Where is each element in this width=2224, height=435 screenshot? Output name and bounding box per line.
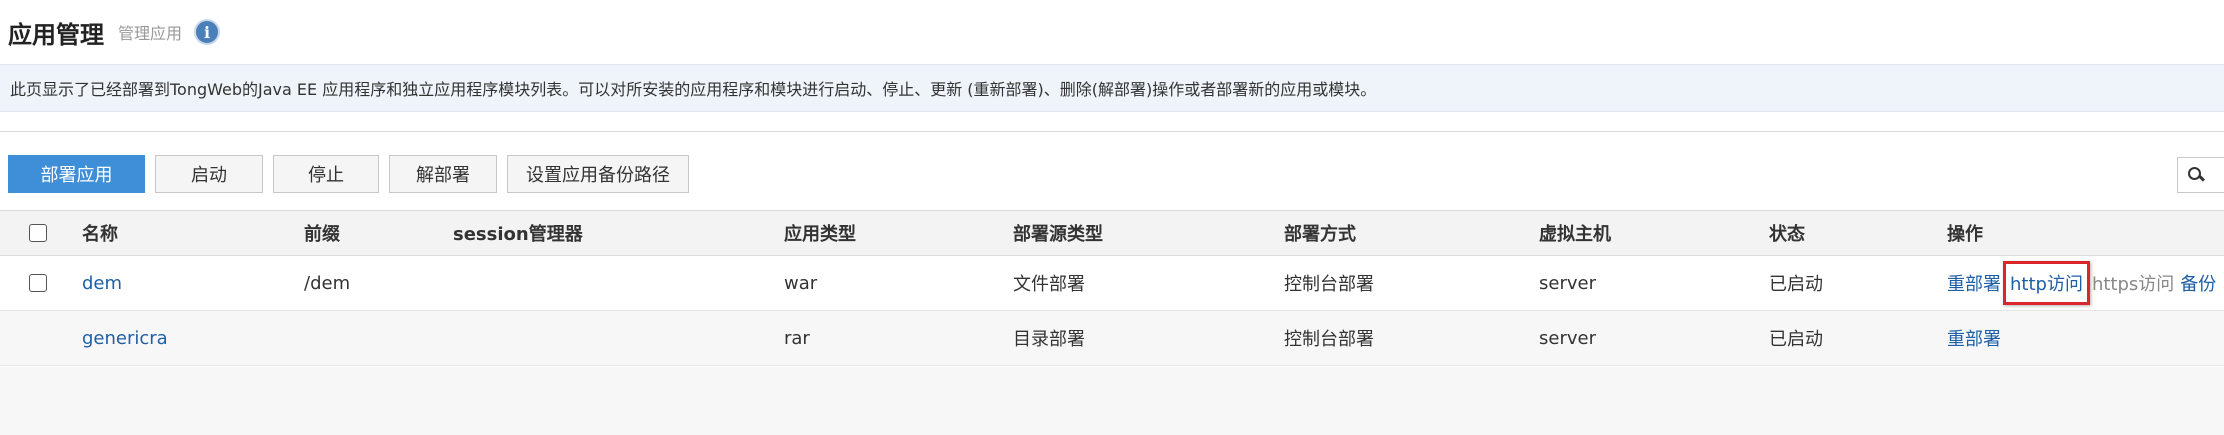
- col-session[interactable]: session管理器: [453, 211, 583, 255]
- redeploy-link[interactable]: 重部署: [1947, 270, 2001, 296]
- start-button[interactable]: 启动: [155, 155, 263, 193]
- table-row: dem /dem war 文件部署 控制台部署 server 已启动 重部署 h…: [0, 256, 2224, 311]
- app-vhost: server: [1539, 272, 1596, 294]
- table-header: 名称 前缀 session管理器 应用类型 部署源类型 部署方式 虚拟主机 状态…: [0, 210, 2224, 256]
- description-text: 此页显示了已经部署到TongWeb的Java EE 应用程序和独立应用程序模块列…: [10, 80, 1377, 99]
- divider: [0, 131, 2224, 132]
- page-title: 应用管理: [8, 20, 104, 49]
- backup-link[interactable]: 备份: [2180, 270, 2216, 296]
- redeploy-link[interactable]: 重部署: [1947, 325, 2001, 351]
- app-type: war: [784, 272, 818, 294]
- deploy-app-button[interactable]: 部署应用: [8, 155, 145, 193]
- col-source-type[interactable]: 部署源类型: [1013, 211, 1103, 255]
- app-status: 已启动: [1769, 274, 1823, 295]
- app-source-type: 目录部署: [1013, 329, 1085, 350]
- app-name-link[interactable]: genericra: [82, 311, 168, 365]
- table-empty-area: [0, 367, 2224, 435]
- info-icon[interactable]: i: [194, 19, 221, 45]
- search-icon: [2188, 167, 2204, 183]
- ops-cell: 重部署: [1947, 311, 2001, 365]
- col-prefix[interactable]: 前缀: [304, 211, 340, 255]
- ops-cell: 重部署 http访问 https访问 备份: [1947, 256, 2216, 310]
- http-access-link[interactable]: http访问: [2003, 261, 2090, 305]
- undeploy-button[interactable]: 解部署: [389, 155, 497, 193]
- select-all-checkbox[interactable]: [29, 224, 47, 242]
- app-source-type: 文件部署: [1013, 274, 1085, 295]
- app-prefix: /dem: [304, 272, 351, 294]
- table-row: genericra rar 目录部署 控制台部署 server 已启动 重部署: [0, 311, 2224, 366]
- col-status[interactable]: 状态: [1769, 211, 1805, 255]
- stop-button[interactable]: 停止: [273, 155, 379, 193]
- app-status: 已启动: [1769, 329, 1823, 350]
- col-name[interactable]: 名称: [82, 211, 118, 255]
- col-vhost[interactable]: 虚拟主机: [1539, 211, 1611, 255]
- https-access-link[interactable]: https访问: [2092, 270, 2174, 296]
- app-name-link[interactable]: dem: [82, 256, 122, 310]
- toolbar: 部署应用 启动 停止 解部署 设置应用备份路径: [8, 155, 689, 193]
- app-deploy-mode: 控制台部署: [1284, 329, 1374, 350]
- col-ops: 操作: [1947, 224, 1983, 245]
- col-deploy-mode[interactable]: 部署方式: [1284, 211, 1356, 255]
- description-bar: 此页显示了已经部署到TongWeb的Java EE 应用程序和独立应用程序模块列…: [0, 64, 2224, 112]
- row-select-cell: [29, 256, 47, 310]
- page-subtitle: 管理应用: [118, 24, 183, 43]
- col-app-type[interactable]: 应用类型: [784, 211, 856, 255]
- apps-table: 名称 前缀 session管理器 应用类型 部署源类型 部署方式 虚拟主机 状态…: [0, 210, 2224, 366]
- select-all-cell: [29, 211, 47, 255]
- app-deploy-mode: 控制台部署: [1284, 274, 1374, 295]
- set-backup-path-button[interactable]: 设置应用备份路径: [507, 155, 689, 193]
- search-input[interactable]: [2177, 157, 2224, 193]
- app-type: rar: [784, 327, 810, 349]
- row-checkbox[interactable]: [29, 274, 47, 292]
- app-management-page: 应用管理 管理应用 i 此页显示了已经部署到TongWeb的Java EE 应用…: [0, 0, 2224, 435]
- app-vhost: server: [1539, 327, 1596, 349]
- page-header: 应用管理 管理应用 i: [8, 14, 221, 50]
